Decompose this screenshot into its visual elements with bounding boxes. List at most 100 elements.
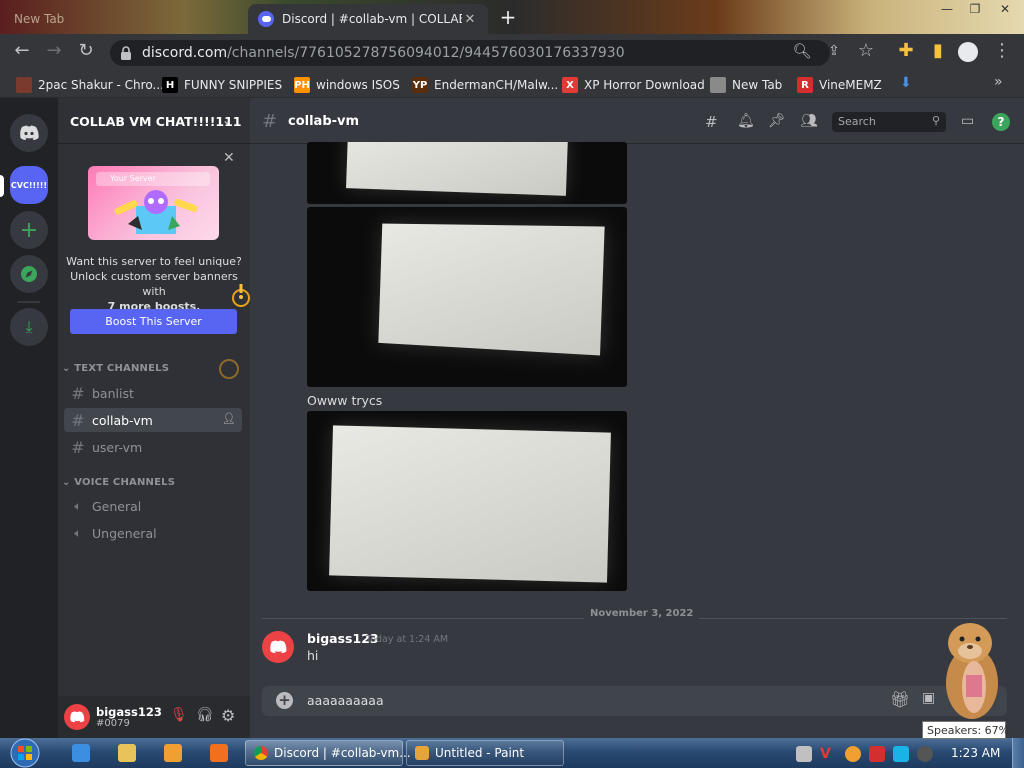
notification-bell-icon[interactable]: 🔔︎: [737, 113, 755, 129]
bookmark-label: VineMEMZ: [819, 78, 882, 92]
start-orb-icon[interactable]: [6, 738, 44, 768]
cursor-highlight-icon: [226, 284, 250, 308]
voice-channel-general[interactable]: 🔈︎ General: [64, 494, 242, 518]
voice-channel-ungeneral[interactable]: 🔈︎ Ungeneral: [64, 521, 242, 545]
cursor-trail-ring: [219, 359, 239, 379]
tray-flag-icon[interactable]: [869, 746, 885, 762]
message-text: hi: [307, 648, 319, 663]
bookmark-item[interactable]: YP EndermanCH/Malw...: [412, 76, 558, 94]
help-icon[interactable]: ?: [992, 113, 1010, 131]
bookmark-item[interactable]: PH windows ISOS: [294, 76, 400, 94]
hashtag-icon: #: [71, 437, 85, 457]
close-tab-icon[interactable]: ✕: [462, 12, 478, 27]
reload-icon[interactable]: ↻: [74, 40, 98, 64]
explore-compass-icon[interactable]: [10, 255, 48, 293]
lock-icon[interactable]: [120, 45, 132, 61]
bookmark-item[interactable]: X XP Horror Download: [562, 76, 705, 94]
invite-member-icon[interactable]: 👤︎: [222, 412, 236, 425]
restore-icon[interactable]: ❐: [962, 2, 988, 18]
speaker-icon: 🔈︎: [74, 498, 82, 513]
close-window-icon[interactable]: ✕: [992, 2, 1018, 18]
channel-banlist[interactable]: # banlist: [64, 381, 242, 405]
boost-server-button[interactable]: Boost This Server: [70, 309, 237, 334]
tray-display-icon[interactable]: [893, 746, 909, 762]
bookmark-item[interactable]: 2pac Shakur - Chro...: [16, 76, 164, 94]
channel-collab-vm[interactable]: # collab-vm 👤︎: [64, 408, 242, 432]
taskbar-item-paint[interactable]: Untitled - Paint: [406, 740, 564, 766]
share-icon[interactable]: ⇪: [822, 40, 846, 64]
bookmark-label: EndermanCH/Malw...: [434, 78, 559, 92]
promo-banner-label: Your Server: [96, 172, 210, 186]
member-list-icon[interactable]: 👥︎: [800, 113, 818, 129]
attachment-photo-3[interactable]: [307, 411, 627, 591]
tray-search-icon[interactable]: [845, 746, 861, 762]
menu-kebab-icon[interactable]: ⋮: [990, 40, 1014, 64]
tab-new-tab[interactable]: New Tab: [4, 4, 244, 34]
close-promo-icon[interactable]: ✕: [223, 150, 235, 166]
bookmark-item[interactable]: H FUNNY SNIPPIES: [162, 76, 282, 94]
minimize-icon[interactable]: —: [934, 2, 960, 18]
profile-avatar-icon[interactable]: [958, 42, 978, 62]
pinned-app-icon[interactable]: [210, 744, 228, 762]
message-input[interactable]: aaaaaaaaaa: [307, 693, 384, 708]
bookmark-item[interactable]: R VineMEMZ: [797, 76, 882, 94]
file-explorer-icon[interactable]: [118, 744, 136, 762]
discord-home-icon[interactable]: [10, 114, 48, 152]
voice-channels-category[interactable]: ⌄ VOICE CHANNELS: [62, 477, 175, 488]
settings-gear-icon[interactable]: ⚙: [221, 706, 239, 725]
add-attachment-icon[interactable]: +: [276, 692, 293, 709]
download-bookmark-icon[interactable]: ⬇: [900, 76, 914, 92]
bookmark-label: FUNNY SNIPPIES: [184, 78, 283, 92]
tab-title: New Tab: [14, 12, 65, 26]
headphones-icon[interactable]: 🎧︎: [196, 707, 214, 725]
add-server-icon[interactable]: +: [10, 211, 48, 249]
server-separator: [18, 301, 40, 303]
bookmark-label: New Tab: [732, 78, 783, 92]
tray-speaker-icon[interactable]: [917, 746, 933, 762]
hashtag-icon: #: [71, 383, 85, 403]
date-divider: November 3, 2022: [584, 608, 700, 619]
pinned-messages-icon[interactable]: 📌︎: [768, 113, 786, 129]
bookmark-star-icon[interactable]: ☆: [854, 40, 878, 64]
download-apps-icon[interactable]: ⤓: [10, 308, 48, 346]
user-avatar[interactable]: [64, 704, 90, 730]
bookmark-favicon-icon: [710, 77, 726, 93]
threads-icon[interactable]: #︎: [705, 113, 718, 131]
url-text[interactable]: discord.com/channels/776105278756094012/…: [142, 45, 625, 61]
tab-discord[interactable]: Discord | #collab-vm | COLLAB V ✕: [248, 4, 488, 34]
attachment-photo-1[interactable]: [307, 142, 627, 204]
bookmark-item[interactable]: New Tab: [710, 76, 782, 94]
tray-network-icon[interactable]: [796, 746, 812, 762]
zoom-search-icon[interactable]: 🔍︎: [790, 40, 814, 64]
channel-title: collab-vm: [288, 114, 360, 129]
bookmark-label: 2pac Shakur - Chro...: [38, 78, 164, 92]
text-channels-category[interactable]: ⌄ TEXT CHANNELS: [62, 363, 169, 374]
taskbar-item-discord[interactable]: Discord | #collab-vm...: [245, 740, 411, 766]
inbox-icon[interactable]: ▭: [961, 113, 974, 129]
media-player-icon[interactable]: [164, 744, 182, 762]
back-arrow-icon[interactable]: ←: [10, 40, 34, 64]
bookmark-favicon-icon: R: [797, 77, 813, 93]
more-bookmarks-icon[interactable]: »: [994, 74, 1003, 90]
channel-user-vm[interactable]: # user-vm: [64, 435, 242, 459]
gift-icon[interactable]: 🎁︎: [890, 690, 910, 709]
bookmark-label: windows ISOS: [316, 78, 400, 92]
tray-v-icon[interactable]: V: [820, 746, 834, 762]
server-icon-cvc[interactable]: CVC!!!!!: [10, 166, 48, 204]
chevron-down-icon[interactable]: ⌄: [222, 113, 232, 127]
mute-microphone-icon[interactable]: 🎙︎: [170, 707, 188, 725]
server-name[interactable]: COLLAB VM CHAT!!!!111: [70, 114, 242, 129]
sidebar-icon[interactable]: ▮: [926, 40, 950, 64]
new-tab-button[interactable]: +: [496, 7, 520, 29]
message-avatar[interactable]: [262, 631, 294, 663]
internet-explorer-icon[interactable]: [72, 744, 90, 762]
forward-arrow-icon[interactable]: →: [42, 40, 66, 64]
tab-title: Discord | #collab-vm | COLLAB V: [282, 12, 462, 26]
attachment-photo-2[interactable]: [307, 207, 627, 387]
extension-puzzle-icon[interactable]: ✚: [894, 40, 918, 64]
gif-icon[interactable]: ▣: [922, 690, 935, 706]
show-desktop-button[interactable]: [1012, 738, 1024, 768]
clock[interactable]: 1:23 AM: [951, 746, 1000, 760]
search-input[interactable]: Search ⚲: [832, 112, 946, 132]
hashtag-icon: #: [262, 111, 278, 132]
